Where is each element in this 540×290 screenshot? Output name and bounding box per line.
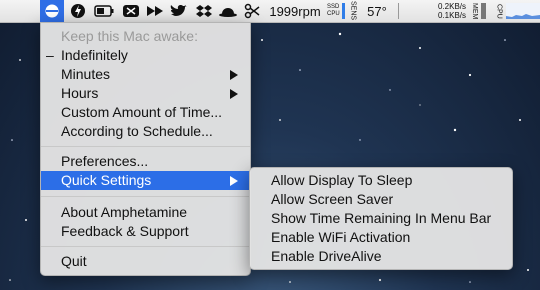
submenu-arrow-icon (230, 176, 238, 186)
battery-icon (94, 5, 114, 17)
twitter-icon (170, 4, 187, 16)
menu-item-schedule[interactable]: According to Schedule... (41, 122, 250, 141)
ssd-label: SSD (327, 4, 340, 10)
network-speed[interactable]: 0.2KB/s 0.1KB/s (410, 0, 466, 22)
menu-header: Keep this Mac awake: (61, 28, 198, 44)
quick-settings-submenu: Allow Display To Sleep Allow Screen Save… (249, 167, 513, 270)
forward-menu-icon[interactable] (144, 0, 166, 22)
battery-menu-icon[interactable] (92, 0, 116, 22)
cpu-label: CPU (327, 11, 340, 17)
cpu-history-graph (505, 3, 540, 19)
menu-separator (41, 246, 250, 247)
menu-separator (41, 146, 250, 147)
menu-item-quick-settings[interactable]: Quick Settings (41, 171, 250, 190)
memory-bar (481, 3, 486, 19)
forward-icon (147, 6, 163, 16)
net-upload: 0.2KB/s (437, 2, 466, 11)
submenu-item-wifi-activation[interactable]: Enable WiFi Activation (250, 228, 512, 247)
submenu-item-screen-saver[interactable]: Allow Screen Saver (250, 190, 512, 209)
amphetamine-menu: Keep this Mac awake: – Indefinitely Minu… (40, 22, 251, 276)
cpu-graph[interactable]: CPU (494, 0, 540, 22)
menu-bar: 1999rpm SSD CPU SENS 57° 0.2KB/s 0.1KB/s… (0, 0, 540, 23)
scissors-menu-icon[interactable] (241, 0, 263, 22)
active-mark: – (46, 47, 54, 63)
menu-item-indefinitely[interactable]: – Indefinitely (41, 46, 250, 65)
scissors-toggle-menu-icon[interactable] (120, 0, 142, 22)
ssd-usage-bar (341, 3, 345, 19)
menu-item-quit[interactable]: Quit (41, 252, 250, 271)
submenu-arrow-icon (230, 89, 238, 99)
menu-item-preferences[interactable]: Preferences... (41, 152, 250, 171)
menu-item-minutes[interactable]: Minutes (41, 65, 250, 84)
amphetamine-menu-icon[interactable] (40, 0, 64, 22)
menu-item-custom-time[interactable]: Custom Amount of Time... (41, 103, 250, 122)
scissors-toggle-icon (123, 5, 139, 17)
bolt-menu-icon[interactable] (67, 0, 89, 22)
menu-item-hours[interactable]: Hours (41, 84, 250, 103)
divider (397, 0, 399, 22)
mem-label: MEM (471, 2, 478, 20)
menu-separator (41, 196, 250, 197)
bowler-hat-icon (219, 8, 237, 17)
dropbox-icon (196, 4, 212, 17)
twitter-menu-icon[interactable] (168, 0, 190, 22)
temperature-readout[interactable]: 57° (359, 0, 395, 22)
menu-item-feedback[interactable]: Feedback & Support (41, 222, 250, 241)
bolt-icon (71, 4, 85, 18)
cpu-graph-label: CPU (495, 3, 503, 19)
bowler-hat-menu-icon[interactable] (216, 0, 240, 22)
fan-speed[interactable]: 1999rpm (267, 0, 323, 22)
sensor-label: SENS (349, 1, 357, 21)
submenu-arrow-icon (230, 70, 238, 80)
submenu-item-time-remaining[interactable]: Show Time Remaining In Menu Bar (250, 209, 512, 228)
net-download: 0.1KB/s (437, 11, 466, 20)
ssd-cpu-meter[interactable]: SSD CPU (327, 0, 345, 22)
memory-meter[interactable]: MEM (470, 0, 486, 22)
menu-item-about[interactable]: About Amphetamine (41, 203, 250, 222)
submenu-item-display-sleep[interactable]: Allow Display To Sleep (250, 171, 512, 190)
amphetamine-icon (45, 4, 59, 18)
scissors-icon (244, 3, 260, 19)
submenu-item-drivealive[interactable]: Enable DriveAlive (250, 247, 512, 266)
dropbox-menu-icon[interactable] (193, 0, 215, 22)
